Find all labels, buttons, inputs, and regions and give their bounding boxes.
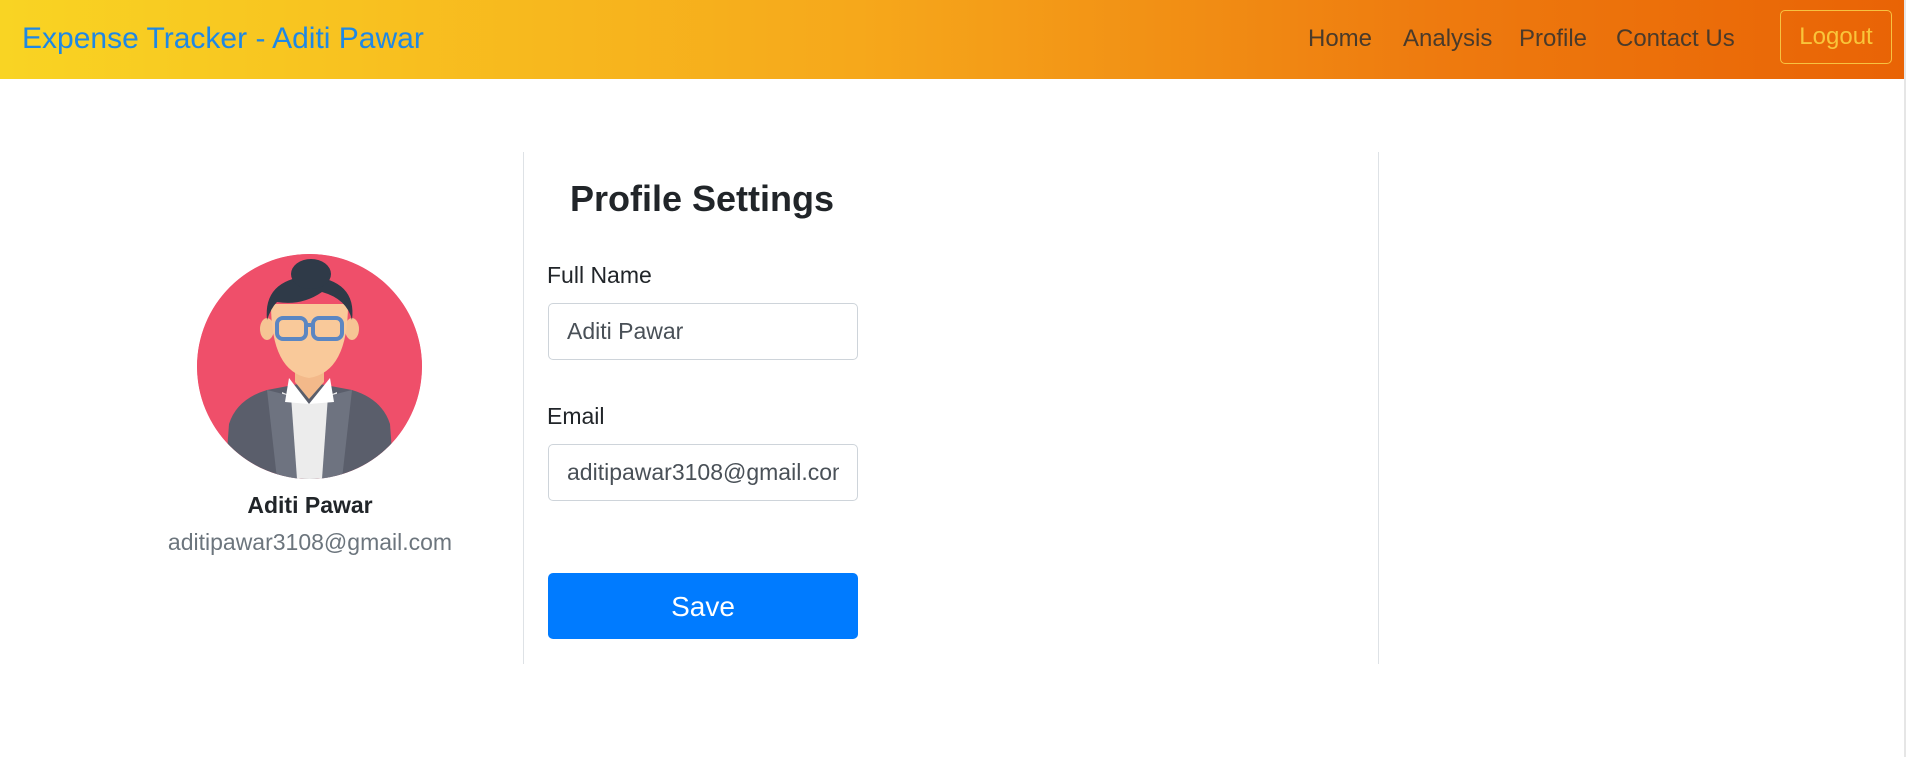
email-field[interactable]	[548, 444, 858, 501]
nav-contact-link[interactable]: Contact Us	[1616, 22, 1735, 56]
save-button[interactable]: Save	[548, 573, 858, 639]
brand-title[interactable]: Expense Tracker - Aditi Pawar	[22, 20, 424, 58]
woman-avatar-icon	[197, 254, 422, 479]
left-divider	[523, 152, 524, 664]
email-label: Email	[547, 403, 605, 429]
logout-button[interactable]: Logout	[1780, 10, 1892, 64]
full-name-label: Full Name	[547, 262, 652, 288]
full-name-field[interactable]	[548, 303, 858, 360]
nav-profile-link[interactable]: Profile	[1519, 22, 1587, 56]
top-navbar: Expense Tracker - Aditi Pawar Home Analy…	[0, 0, 1906, 79]
page-title: Profile Settings	[570, 178, 835, 219]
nav-analysis-link[interactable]: Analysis	[1403, 22, 1492, 56]
nav-home-link[interactable]: Home	[1308, 22, 1372, 56]
profile-name: Aditi Pawar	[247, 492, 373, 518]
right-divider	[1378, 152, 1379, 664]
profile-email: aditipawar3108@gmail.com	[167, 529, 453, 555]
